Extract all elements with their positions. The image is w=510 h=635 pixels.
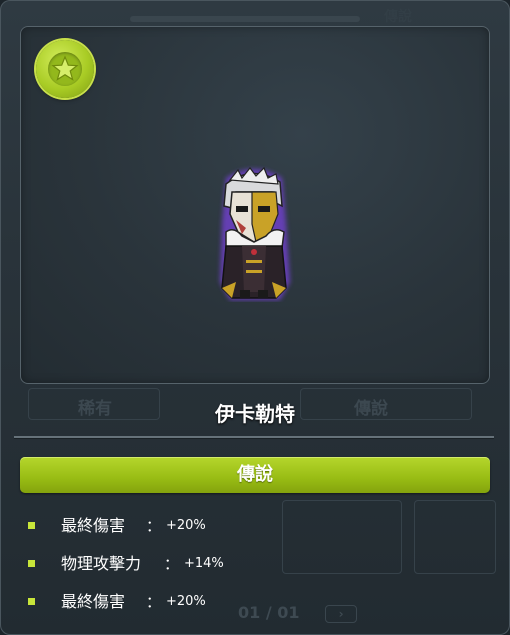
- stat-row: 最終傷害 ： +20%: [28, 513, 488, 539]
- stat-separator: ：: [146, 593, 162, 611]
- stat-name: 最終傷害: [61, 516, 126, 535]
- divider: [14, 436, 494, 439]
- background-top-right-text: 傳說: [384, 9, 412, 25]
- bullet-icon: [28, 598, 35, 605]
- stat-row: 最終傷害 ： +20%: [28, 589, 488, 615]
- background-top-bar: [130, 16, 360, 22]
- stat-name: 最終傷害: [61, 592, 126, 611]
- character-name: 伊卡勒特: [215, 402, 295, 426]
- stat-value: +14%: [184, 556, 224, 571]
- character-sprite: [212, 162, 296, 302]
- star-icon: [48, 52, 82, 86]
- stat-name: 物理攻擊力: [61, 554, 142, 573]
- star-badge: [36, 40, 94, 98]
- grade-bar: 傳說: [20, 457, 490, 493]
- bullet-icon: [28, 560, 35, 567]
- stat-value: +20%: [166, 518, 206, 533]
- stat-value: +20%: [166, 594, 206, 609]
- stat-separator: ：: [146, 517, 162, 535]
- monster-card-panel: 稀有 傳說 傳說 01 / 01 › 伊卡勒特 傳說 最終傷害 ： +20% 物…: [0, 0, 510, 635]
- bullet-icon: [28, 522, 35, 529]
- stat-separator: ：: [164, 555, 180, 573]
- stat-row: 物理攻擊力 ： +14%: [28, 551, 488, 577]
